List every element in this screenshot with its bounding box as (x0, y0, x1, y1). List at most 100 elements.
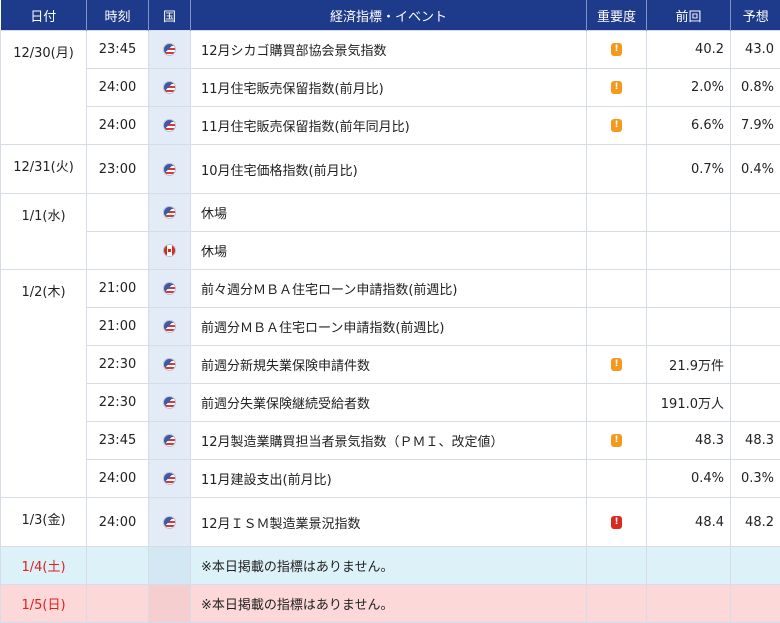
importance-cell (587, 460, 647, 498)
event-cell[interactable]: 12月シカゴ購買部協会景気指数 (191, 31, 587, 69)
previous-cell: 6.6% (647, 107, 731, 145)
event-cell[interactable]: 休場 (191, 194, 587, 232)
previous-cell: 2.0% (647, 69, 731, 107)
forecast-cell (731, 270, 780, 308)
country-cell (149, 498, 191, 547)
forecast-cell: 0.3% (731, 460, 780, 498)
table-row: 1/3(金)24:0012月ＩＳＭ製造業景況指数!48.448.2 (1, 498, 780, 547)
time-cell: 24:00 (87, 498, 149, 547)
table-row: 22:30前週分新規失業保険申請件数!21.9万件 (1, 346, 780, 384)
event-cell[interactable]: 前々週分ＭＢＡ住宅ローン申請指数(前週比) (191, 270, 587, 308)
time-cell: 21:00 (87, 270, 149, 308)
table-row: 24:0011月住宅販売保留指数(前年同月比)!6.6%7.9% (1, 107, 780, 145)
forecast-cell (731, 346, 780, 384)
us-flag-icon (163, 81, 176, 94)
header-date[interactable]: 日付 (1, 0, 87, 31)
event-cell[interactable]: 前週分ＭＢＡ住宅ローン申請指数(前週比) (191, 308, 587, 346)
ca-flag-icon (163, 244, 176, 257)
country-cell (149, 547, 191, 585)
forecast-cell (731, 232, 780, 270)
header-event[interactable]: 経済指標・イベント (191, 0, 587, 31)
header-row: 日付 時刻 国 経済指標・イベント 重要度 前回 予想 (1, 0, 780, 31)
table-row: 24:00 11月住宅販売保留指数(前月比)! 2.0%0.8% (1, 69, 780, 107)
importance-cell (587, 232, 647, 270)
country-cell (149, 31, 191, 69)
event-cell[interactable]: ※本日掲載の指標はありません。 (191, 547, 587, 585)
previous-cell: 0.7% (647, 145, 731, 194)
previous-cell: 48.3 (647, 422, 731, 460)
us-flag-icon (163, 43, 176, 56)
importance-cell: ! (587, 422, 647, 460)
importance-cell: ! (587, 346, 647, 384)
previous-cell (647, 547, 731, 585)
table-row: 1/2(木)21:00前々週分ＭＢＡ住宅ローン申請指数(前週比) (1, 270, 780, 308)
forecast-cell: 0.8% (731, 69, 780, 107)
header-time[interactable]: 時刻 (87, 0, 149, 31)
forecast-cell: 48.2 (731, 498, 780, 547)
forecast-cell (731, 194, 780, 232)
importance-cell (587, 270, 647, 308)
header-importance[interactable]: 重要度 (587, 0, 647, 31)
us-flag-icon (163, 516, 176, 529)
header-previous[interactable]: 前回 (647, 0, 731, 31)
time-cell: 21:00 (87, 308, 149, 346)
forecast-cell: 48.3 (731, 422, 780, 460)
time-cell (87, 232, 149, 270)
previous-cell (647, 232, 731, 270)
event-cell[interactable]: 前週分失業保険継続受給者数 (191, 384, 587, 422)
event-cell[interactable]: 11月住宅販売保留指数(前年同月比) (191, 107, 587, 145)
country-cell (149, 308, 191, 346)
us-flag-icon (163, 358, 176, 371)
country-cell (149, 69, 191, 107)
header-country[interactable]: 国 (149, 0, 191, 31)
time-cell: 23:00 (87, 145, 149, 194)
previous-cell (647, 585, 731, 623)
event-cell[interactable]: 11月建設支出(前月比) (191, 460, 587, 498)
time-cell: 24:00 (87, 69, 149, 107)
time-cell: 22:30 (87, 384, 149, 422)
country-cell (149, 384, 191, 422)
previous-cell (647, 308, 731, 346)
us-flag-icon (163, 163, 176, 176)
header-forecast[interactable]: 予想 (731, 0, 780, 31)
event-cell[interactable]: 12月ＩＳＭ製造業景況指数 (191, 498, 587, 547)
importance-cell (587, 384, 647, 422)
event-cell[interactable]: 12月製造業購買担当者景気指数（ＰＭＩ、改定値） (191, 422, 587, 460)
event-cell[interactable]: 10月住宅価格指数(前月比) (191, 145, 587, 194)
importance-cell: ! (587, 107, 647, 145)
event-cell[interactable]: 11月住宅販売保留指数(前月比) (191, 69, 587, 107)
importance-cell (587, 194, 647, 232)
importance-high-icon: ! (611, 516, 622, 529)
importance-cell: ! (587, 69, 647, 107)
importance-medium-icon: ! (611, 81, 622, 94)
time-cell: 23:45 (87, 31, 149, 69)
previous-cell: 40.2 (647, 31, 731, 69)
country-cell (149, 422, 191, 460)
previous-cell: 21.9万件 (647, 346, 731, 384)
us-flag-icon (163, 320, 176, 333)
event-cell[interactable]: ※本日掲載の指標はありません。 (191, 585, 587, 623)
table-row: 24:0011月建設支出(前月比)0.4%0.3% (1, 460, 780, 498)
us-flag-icon (163, 119, 176, 132)
time-cell: 23:45 (87, 422, 149, 460)
country-cell (149, 194, 191, 232)
importance-medium-icon: ! (611, 119, 622, 132)
table-row: 22:30前週分失業保険継続受給者数191.0万人 (1, 384, 780, 422)
country-cell (149, 107, 191, 145)
country-cell (149, 270, 191, 308)
forecast-cell (731, 547, 780, 585)
table-row: 12/30(月)23:4512月シカゴ購買部協会景気指数!40.243.0 (1, 31, 780, 69)
event-cell[interactable]: 休場 (191, 232, 587, 270)
time-cell: 24:00 (87, 460, 149, 498)
date-cell: 1/2(木) (1, 270, 87, 498)
country-cell (149, 232, 191, 270)
importance-cell (587, 547, 647, 585)
date-cell: 12/30(月) (1, 31, 87, 145)
forecast-cell: 0.4% (731, 145, 780, 194)
date-cell: 12/31(火) (1, 145, 87, 194)
event-cell[interactable]: 前週分新規失業保険申請件数 (191, 346, 587, 384)
us-flag-icon (163, 396, 176, 409)
country-cell (149, 585, 191, 623)
us-flag-icon (163, 206, 176, 219)
importance-cell: ! (587, 31, 647, 69)
